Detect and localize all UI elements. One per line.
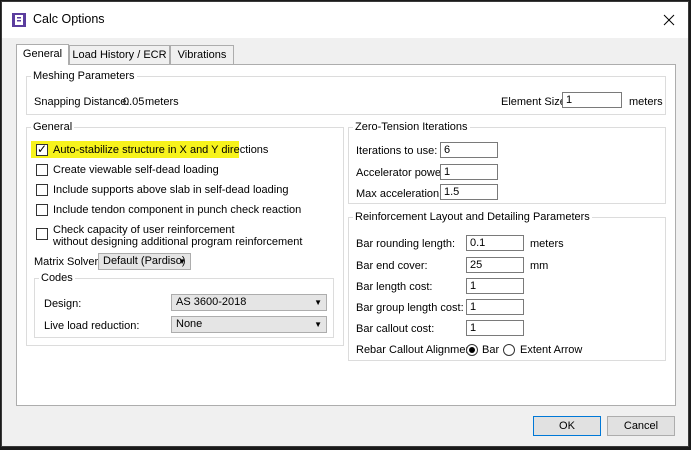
snapping-distance-value: 0.05 (123, 96, 145, 108)
general-group-title: General (33, 121, 73, 133)
alignment-extent-arrow-radio[interactable] (503, 344, 515, 356)
tab-load-history-ecr[interactable]: Load History / ECR (69, 45, 170, 64)
matrix-solver-label: Matrix Solver: (34, 256, 102, 268)
matrix-solver-value: Default (Pardiso) (103, 255, 186, 267)
self-dead-loading-label: Create viewable self-dead loading (53, 164, 219, 176)
bar-callout-cost-input[interactable] (466, 320, 524, 336)
app-icon (12, 13, 26, 27)
tab-vibrations[interactable]: Vibrations (170, 45, 234, 64)
chevron-down-icon: ▼ (178, 257, 186, 266)
close-icon[interactable] (658, 9, 680, 31)
zero-tension-title: Zero-Tension Iterations (355, 121, 468, 133)
check-capacity-label-line2: without designing additional program rei… (53, 236, 303, 248)
design-code-value: AS 3600-2018 (176, 296, 247, 308)
bar-rounding-label: Bar rounding length: (356, 238, 456, 250)
bar-group-cost-label: Bar group length cost: (356, 302, 464, 314)
supports-above-slab-checkbox[interactable] (36, 184, 48, 196)
bar-rounding-input[interactable] (466, 235, 524, 251)
live-load-reduction-label: Live load reduction: (44, 320, 140, 332)
bar-callout-cost-label: Bar callout cost: (356, 323, 435, 335)
design-code-label: Design: (44, 298, 82, 310)
tab-label: Load History / ECR (72, 49, 167, 61)
tendon-component-label: Include tendon component in punch check … (53, 204, 302, 216)
title-bar: Calc Options (2, 2, 688, 38)
supports-above-slab-label: Include supports above slab in self-dead… (53, 184, 289, 196)
window-title: Calc Options (33, 12, 105, 26)
element-size-input[interactable] (562, 92, 622, 108)
reinforcement-title: Reinforcement Layout and Detailing Param… (355, 211, 590, 223)
max-acceleration-label: Max acceleration: (356, 188, 443, 200)
snapping-distance-label: Snapping Distance: (34, 96, 130, 108)
general-tab-panel: Meshing Parameters Snapping Distance: 0.… (16, 64, 676, 406)
matrix-solver-select[interactable]: Default (Pardiso) ▼ (98, 253, 191, 270)
tab-label: General (22, 48, 63, 60)
iterations-label: Iterations to use: (356, 145, 438, 157)
tab-label: Vibrations (177, 49, 227, 61)
live-load-reduction-value: None (176, 318, 203, 330)
chevron-down-icon: ▼ (314, 320, 322, 329)
alignment-bar-radio[interactable] (466, 344, 478, 356)
live-load-reduction-select[interactable]: None ▼ (171, 316, 327, 333)
bar-end-cover-label: Bar end cover: (356, 260, 428, 272)
auto-stabilize-checkbox[interactable]: ✓ (36, 142, 48, 156)
check-capacity-label-line1: Check capacity of user reinforcement (53, 224, 235, 236)
snapping-distance-unit: meters (145, 96, 179, 108)
element-size-unit: meters (629, 96, 663, 108)
checkmark-icon: ✓ (37, 142, 48, 156)
iterations-input[interactable] (440, 142, 498, 158)
alignment-extent-arrow-label: Extent Arrow (520, 344, 583, 356)
codes-group-title: Codes (41, 272, 73, 284)
calc-options-dialog: Calc Options General Load History / ECR … (1, 1, 689, 447)
self-dead-loading-checkbox[interactable] (36, 164, 48, 176)
alignment-bar-label: Bar (482, 344, 500, 356)
bar-length-cost-label: Bar length cost: (356, 281, 433, 293)
cancel-button[interactable]: Cancel (607, 416, 675, 436)
accelerator-power-input[interactable] (440, 164, 498, 180)
tab-general[interactable]: General (16, 44, 69, 65)
radio-dot (469, 347, 475, 353)
element-size-label: Element Size: (501, 96, 569, 108)
bar-end-cover-input[interactable] (466, 257, 524, 273)
design-code-select[interactable]: AS 3600-2018 ▼ (171, 294, 327, 311)
tendon-component-checkbox[interactable] (36, 204, 48, 216)
bar-rounding-unit: meters (530, 238, 564, 250)
auto-stabilize-label: Auto-stabilize structure in X and Y dire… (53, 144, 269, 156)
chevron-down-icon: ▼ (314, 298, 322, 307)
bar-length-cost-input[interactable] (466, 278, 524, 294)
ok-button[interactable]: OK (533, 416, 601, 436)
accelerator-power-label: Accelerator power: (356, 167, 448, 179)
check-capacity-checkbox[interactable] (36, 228, 48, 240)
meshing-parameters-title: Meshing Parameters (33, 70, 135, 82)
bar-group-cost-input[interactable] (466, 299, 524, 315)
bar-end-cover-unit: mm (530, 260, 549, 272)
max-acceleration-input[interactable] (440, 184, 498, 200)
rebar-alignment-label: Rebar Callout Alignment: (356, 344, 478, 356)
